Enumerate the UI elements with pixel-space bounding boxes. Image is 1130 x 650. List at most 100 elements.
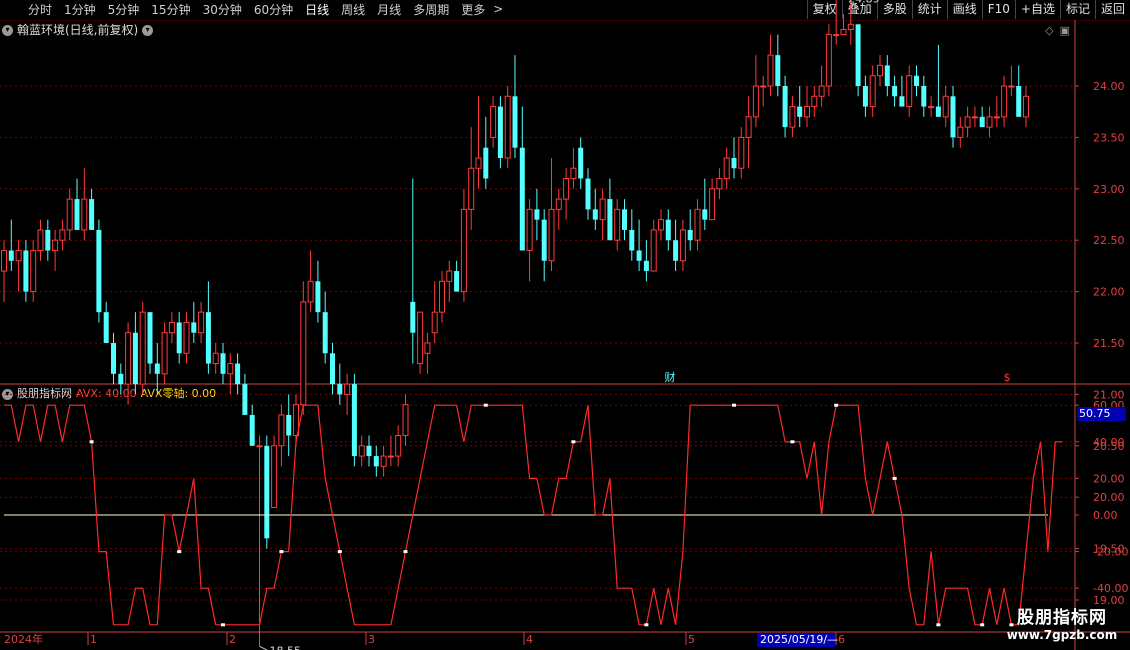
candle-down: [330, 353, 335, 385]
candle-down: [950, 96, 956, 138]
candle-down: [592, 209, 598, 220]
candle-up: [446, 270, 453, 282]
candle-up: [183, 321, 190, 354]
candle-down: [337, 384, 343, 395]
candle-down: [782, 86, 788, 128]
avx-marker: [177, 550, 182, 554]
candle-up: [300, 301, 307, 406]
candle-up: [1, 249, 7, 272]
candle-down: [702, 209, 708, 220]
candle-up: [906, 75, 913, 108]
candle-up: [555, 198, 562, 210]
candle-up: [468, 167, 475, 210]
candle-up: [344, 383, 351, 395]
month-label: 6: [838, 633, 845, 646]
candle-up: [760, 85, 767, 88]
price-tick-label: 24.00: [1093, 80, 1125, 93]
candle-down: [687, 229, 693, 241]
indicator-tick-label: 20.00: [1093, 472, 1125, 485]
candle-up: [307, 280, 314, 303]
candle-up: [198, 311, 205, 334]
candle-down: [483, 147, 489, 179]
financial-event-marker: 财: [665, 370, 676, 384]
candle-down: [249, 414, 255, 446]
candle-up: [125, 332, 132, 385]
candle-up: [212, 352, 219, 365]
candle-down: [673, 240, 679, 261]
candle-up: [424, 342, 431, 354]
candle-down: [862, 86, 868, 107]
candle-up: [928, 106, 935, 109]
candle-up: [942, 95, 949, 118]
candle-up: [387, 455, 394, 458]
indicator-tick-label: -20.00: [1093, 546, 1128, 559]
candle-up: [993, 116, 1000, 119]
candle-up: [825, 34, 832, 87]
candle-up: [548, 208, 555, 262]
avx-marker: [571, 440, 576, 444]
candle-up: [395, 435, 402, 457]
candle-down: [351, 384, 357, 457]
indicator-tick-label: 40.00: [1093, 436, 1125, 449]
candle-up: [877, 64, 883, 77]
candle-down: [665, 219, 671, 241]
candle-down: [731, 157, 737, 169]
candle-up: [504, 95, 511, 159]
candle-down: [191, 322, 197, 333]
candle-up: [358, 445, 365, 457]
candle-down: [74, 199, 80, 230]
candle-down: [96, 229, 102, 313]
candle-up: [716, 178, 723, 190]
candle-down: [643, 260, 649, 272]
candle-up: [271, 445, 278, 508]
avx-marker: [403, 550, 408, 554]
candle-down: [629, 229, 635, 251]
candle-up: [818, 85, 825, 97]
month-label: 4: [526, 633, 533, 646]
avx-marker: [337, 550, 342, 554]
candle-up: [745, 116, 752, 138]
candle-up: [475, 157, 482, 169]
candle-up: [570, 167, 577, 180]
avx-marker: [644, 623, 649, 627]
candle-up: [227, 363, 234, 375]
candle-down: [176, 322, 182, 354]
price-tick-label: 21.50: [1093, 337, 1125, 350]
candle-down: [899, 96, 905, 107]
watermark-title: 股朋指标网: [1017, 608, 1107, 628]
high-price-label: 24.89: [848, 0, 880, 6]
chart-canvas[interactable]: 24.0023.5023.0022.5022.0021.5021.0020.50…: [0, 0, 1130, 650]
candle-down: [914, 75, 919, 86]
avx-marker: [89, 440, 94, 444]
avx-marker: [732, 403, 736, 407]
candle-up: [658, 219, 664, 231]
candle-down: [636, 250, 642, 261]
candle-up: [709, 188, 716, 221]
candle-up: [840, 28, 847, 36]
candle-up: [15, 249, 22, 262]
month-label: 5: [688, 633, 695, 646]
candle-down: [264, 445, 270, 539]
candle-down: [111, 343, 116, 374]
price-tick-label: 23.50: [1093, 131, 1125, 144]
candle-down: [89, 199, 95, 230]
avx-marker: [892, 476, 897, 480]
candle-down: [775, 55, 781, 86]
dividend-event-marker: $: [1004, 371, 1011, 384]
indicator-tick-label: 0.00: [1093, 509, 1118, 522]
candle-up: [738, 136, 745, 169]
candle-up: [614, 208, 621, 241]
avx-marker: [279, 550, 284, 554]
candle-down: [541, 219, 547, 261]
candle-up: [964, 116, 971, 128]
candle-up: [402, 404, 409, 437]
candle-down: [147, 312, 153, 364]
price-tick-label: 20.00: [1093, 491, 1125, 504]
candle-up: [650, 229, 657, 272]
avx-marker: [980, 623, 985, 627]
candle-up: [694, 208, 701, 241]
candle-down: [534, 209, 540, 220]
candle-up: [139, 311, 146, 385]
candle-down: [1016, 86, 1022, 117]
candle-down: [622, 209, 627, 230]
